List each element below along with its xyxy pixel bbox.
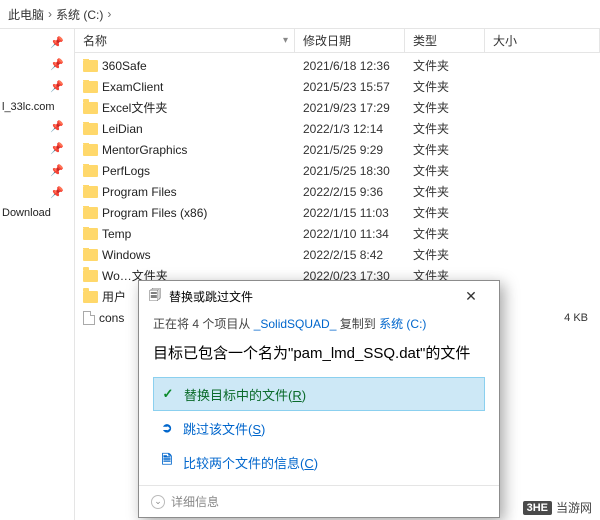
breadcrumb-drive[interactable]: 系统 (C:) [54,6,105,23]
folder-icon [83,249,98,261]
file-name: Windows [102,248,151,262]
breadcrumb[interactable]: 此电脑 › 系统 (C:) › [0,0,600,28]
file-type: 文件夹 [405,120,485,137]
header-name[interactable]: 名称 ▾ [75,29,295,52]
dialog-message: 目标已包含一个名为"pam_lmd_SSQ.dat"的文件 [153,342,485,363]
sort-indicator-icon: ▾ [283,35,288,46]
breadcrumb-root[interactable]: 此电脑 [6,6,46,23]
option-replace[interactable]: ✓ 替换目标中的文件(R) [153,377,485,411]
dialog-footer[interactable]: ⌄ 详细信息 [139,485,499,517]
file-name: PerfLogs [102,164,150,178]
folder-icon [83,144,98,156]
details-label[interactable]: 详细信息 [171,493,219,510]
table-row[interactable]: Windows 2022/2/15 8:42文件夹 [75,244,600,265]
chevron-down-icon[interactable]: ⌄ [151,495,165,509]
table-row[interactable]: ExamClient 2021/5/23 15:57文件夹 [75,76,600,97]
file-type: 文件夹 [405,225,485,242]
file-name: 用户 [102,288,126,305]
pin-icon[interactable]: 📌 [0,159,74,181]
file-name: ExamClient [102,80,163,94]
table-row[interactable]: LeiDian 2022/1/3 12:14文件夹 [75,118,600,139]
chevron-right-icon: › [105,7,113,21]
close-button[interactable]: ✕ [451,282,491,310]
dialog-status: 正在将 4 个项目从 _SolidSQUAD_ 复制到 系统 (C:) [153,315,485,332]
header-size[interactable]: 大小 [485,29,600,52]
file-type: 文件夹 [405,183,485,200]
option-skip[interactable]: ➲ 跳过该文件(S) [153,411,485,445]
file-date: 2021/5/23 15:57 [295,80,405,94]
header-date[interactable]: 修改日期 [295,29,405,52]
pin-icon[interactable]: 📌 [0,53,74,75]
file-date: 2022/1/15 11:03 [295,206,405,220]
file-name: 360Safe [102,59,147,73]
chevron-right-icon: › [46,7,54,21]
watermark: 3HE 当游网 [523,499,592,516]
pin-icon[interactable]: 📌 [0,181,74,203]
file-type: 文件夹 [405,141,485,158]
folder-icon [83,81,98,93]
file-type: 文件夹 [405,204,485,221]
file-date: 2021/5/25 18:30 [295,164,405,178]
file-date: 2021/9/23 17:29 [295,101,405,115]
watermark-logo: 3HE [523,501,552,515]
replace-skip-dialog: 🗐 替换或跳过文件 ✕ 正在将 4 个项目从 _SolidSQUAD_ 复制到 … [138,280,500,518]
folder-icon [83,270,98,282]
file-name: Temp [102,227,131,241]
file-size: 4 KB [485,312,600,324]
table-row[interactable]: MentorGraphics 2021/5/25 9:29文件夹 [75,139,600,160]
skip-icon: ➲ [159,420,175,436]
column-headers: 名称 ▾ 修改日期 类型 大小 [75,29,600,53]
table-row[interactable]: 360Safe 2021/6/18 12:36文件夹 [75,55,600,76]
sidebar-item[interactable]: Download [0,203,74,221]
file-name: cons [99,311,124,325]
option-compare[interactable]: 🗎 比较两个文件的信息(C) [153,445,485,479]
watermark-text: 当游网 [556,499,592,516]
file-name: Excel文件夹 [102,99,167,116]
file-icon [83,311,95,325]
folder-icon [83,102,98,114]
file-type: 文件夹 [405,57,485,74]
folder-icon [83,291,98,303]
file-type: 文件夹 [405,246,485,263]
table-row[interactable]: PerfLogs 2021/5/25 18:30文件夹 [75,160,600,181]
folder-icon [83,123,98,135]
folder-icon [83,228,98,240]
file-date: 2022/1/3 12:14 [295,122,405,136]
file-type: 文件夹 [405,99,485,116]
table-row[interactable]: Program Files (x86) 2022/1/15 11:03文件夹 [75,202,600,223]
nav-sidebar: 📌 📌 📌 l_33lc.com 📌 📌 📌 📌 Download [0,29,75,520]
check-icon: ✓ [160,386,176,402]
file-date: 2021/5/25 9:29 [295,143,405,157]
file-name: Program Files (x86) [102,206,207,220]
file-date: 2022/1/10 11:34 [295,227,405,241]
table-row[interactable]: Excel文件夹 2021/9/23 17:29文件夹 [75,97,600,118]
table-row[interactable]: Program Files 2022/2/15 9:36文件夹 [75,181,600,202]
compare-icon: 🗎 [159,454,175,470]
file-name: LeiDian [102,122,143,136]
file-name: MentorGraphics [102,143,187,157]
copy-icon: 🗐 [147,288,163,304]
dialog-titlebar[interactable]: 🗐 替换或跳过文件 ✕ [139,281,499,311]
file-name: Program Files [102,185,177,199]
file-date: 2022/2/15 8:42 [295,248,405,262]
source-link[interactable]: _SolidSQUAD_ [254,317,337,331]
folder-icon [83,165,98,177]
folder-icon [83,60,98,72]
file-type: 文件夹 [405,78,485,95]
pin-icon[interactable]: 📌 [0,31,74,53]
file-date: 2021/6/18 12:36 [295,59,405,73]
dest-link[interactable]: 系统 (C:) [379,317,426,331]
dialog-title: 替换或跳过文件 [169,288,253,305]
header-type[interactable]: 类型 [405,29,485,52]
file-date: 2022/2/15 9:36 [295,185,405,199]
pin-icon[interactable]: 📌 [0,137,74,159]
folder-icon [83,186,98,198]
folder-icon [83,207,98,219]
table-row[interactable]: Temp 2022/1/10 11:34文件夹 [75,223,600,244]
pin-icon[interactable]: 📌 [0,115,74,137]
file-type: 文件夹 [405,162,485,179]
pin-icon[interactable]: 📌 [0,75,74,97]
sidebar-item[interactable]: l_33lc.com [0,97,74,115]
